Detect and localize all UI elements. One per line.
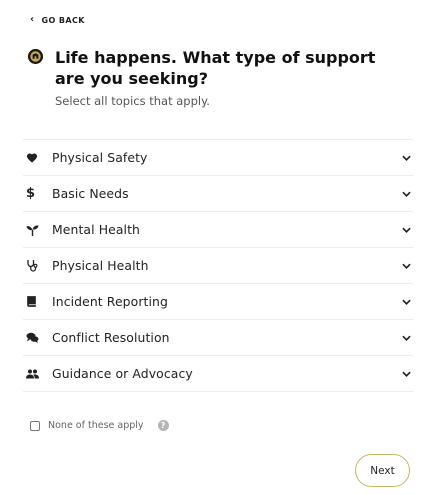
chevron-left-icon: ‹ <box>30 13 35 25</box>
topic-label: Physical Safety <box>52 150 148 165</box>
none-apply-checkbox[interactable] <box>30 420 40 431</box>
topic-physical-safety[interactable]: Physical Safety <box>23 139 413 175</box>
people-icon <box>23 369 52 379</box>
heart-icon <box>23 152 52 164</box>
topic-label: Incident Reporting <box>52 294 168 309</box>
topic-incident-reporting[interactable]: Incident Reporting <box>23 283 413 319</box>
none-apply-option: None of these apply ? <box>30 420 169 431</box>
chat-bubbles-icon <box>23 332 52 343</box>
chevron-down-icon[interactable] <box>399 263 413 269</box>
chevron-down-icon[interactable] <box>399 335 413 341</box>
book-icon <box>23 295 52 308</box>
page-title: Life happens. What type of support are y… <box>55 48 376 88</box>
chevron-down-icon[interactable] <box>399 299 413 305</box>
topic-list: Physical Safety $ Basic Needs Mental Hea… <box>23 139 413 392</box>
topic-label: Mental Health <box>52 222 140 237</box>
none-apply-label[interactable]: None of these apply <box>48 420 144 431</box>
topic-conflict-resolution[interactable]: Conflict Resolution <box>23 319 413 355</box>
topic-guidance-advocacy[interactable]: Guidance or Advocacy <box>23 355 413 392</box>
topic-label: Physical Health <box>52 258 149 273</box>
topic-label: Basic Needs <box>52 186 129 201</box>
chevron-down-icon[interactable] <box>399 191 413 197</box>
topic-label: Conflict Resolution <box>52 330 170 345</box>
sprout-icon <box>23 224 52 236</box>
chevron-down-icon[interactable] <box>399 227 413 233</box>
dollar-icon: $ <box>26 186 36 201</box>
next-button[interactable]: Next <box>355 454 410 487</box>
chevron-down-icon[interactable] <box>399 155 413 161</box>
go-back-link[interactable]: ‹ GO BACK <box>30 13 85 27</box>
topic-physical-health[interactable]: Physical Health <box>23 247 413 283</box>
page-subtitle: Select all topics that apply. <box>55 94 210 108</box>
chevron-down-icon[interactable] <box>399 371 413 377</box>
go-back-label: GO BACK <box>41 15 85 25</box>
topic-basic-needs[interactable]: $ Basic Needs <box>23 175 413 211</box>
topic-label: Guidance or Advocacy <box>52 366 193 381</box>
university-logo-icon <box>28 49 43 64</box>
question-icon[interactable]: ? <box>157 420 169 431</box>
topic-mental-health[interactable]: Mental Health <box>23 211 413 247</box>
stethoscope-icon <box>23 259 52 272</box>
